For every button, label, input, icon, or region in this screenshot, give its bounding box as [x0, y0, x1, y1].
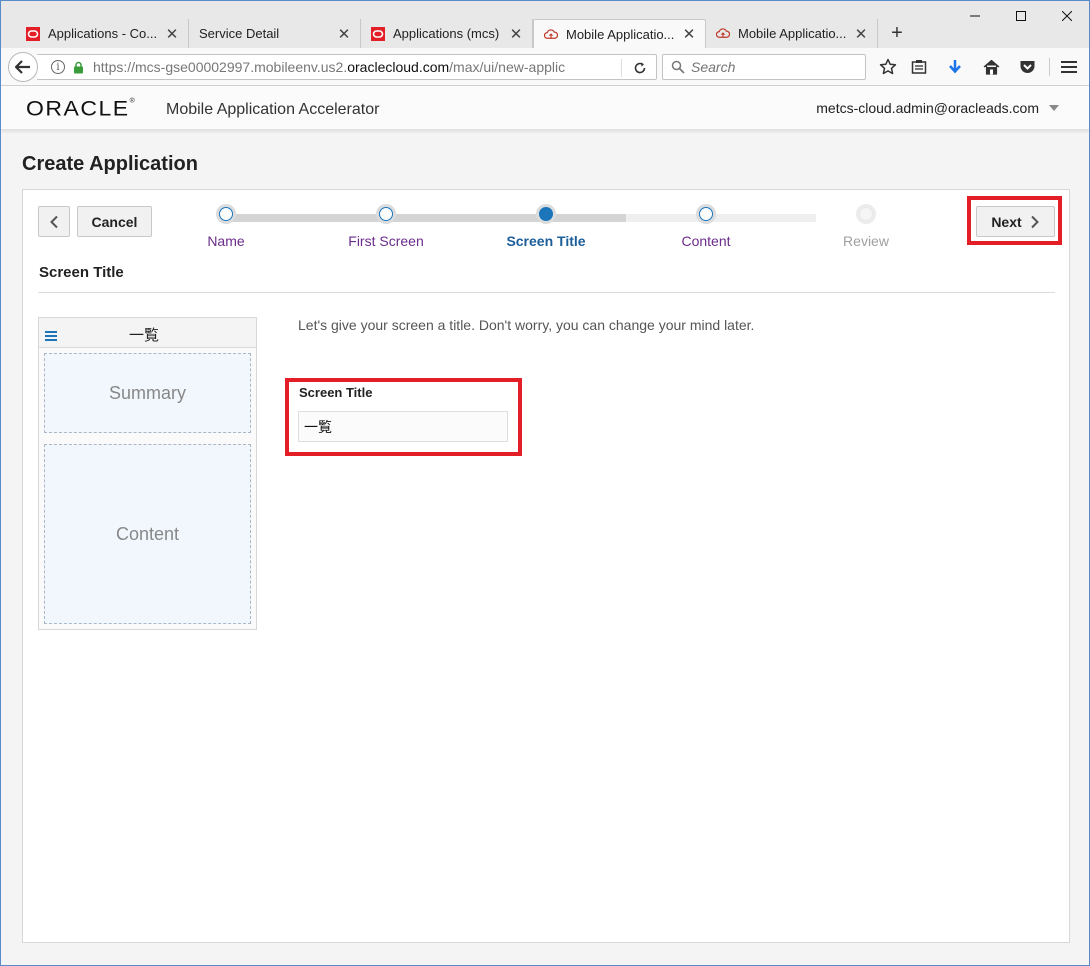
bookmark-star-icon[interactable] — [878, 57, 898, 77]
hamburger-menu-icon[interactable] — [1059, 57, 1079, 77]
browser-tab[interactable]: Applications - Co... ✕ — [16, 19, 189, 48]
wizard-card: Cancel Name First Screen Screen Title Co… — [22, 189, 1070, 943]
section-divider — [38, 292, 1055, 293]
download-icon[interactable] — [945, 57, 965, 77]
browser-tab[interactable]: Service Detail ✕ — [189, 19, 361, 48]
step-dot — [859, 207, 873, 221]
user-email: metcs-cloud.admin@oracleads.com — [816, 100, 1039, 116]
page-title: Create Application — [22, 153, 198, 175]
chevron-left-icon — [50, 215, 58, 228]
step-dot — [539, 207, 553, 221]
cancel-button[interactable]: Cancel — [77, 206, 152, 237]
step-dot — [699, 207, 713, 221]
cloud-icon — [716, 27, 730, 41]
minimize-icon[interactable] — [952, 5, 998, 27]
section-title: Screen Title — [39, 264, 124, 281]
back-arrow-icon — [15, 60, 30, 74]
reload-icon[interactable] — [632, 60, 648, 76]
toolbar-separator — [1049, 58, 1050, 76]
search-input[interactable] — [691, 59, 861, 75]
wizard-stepper: Name First Screen Screen Title Content R… — [176, 190, 889, 260]
step-dot — [219, 207, 233, 221]
back-button[interactable] — [8, 52, 38, 82]
info-icon[interactable]: i — [51, 60, 65, 74]
oracle-logo: ORACLE® — [26, 96, 135, 120]
window-close-icon[interactable] — [1044, 5, 1089, 27]
step-dot — [379, 207, 393, 221]
stepper-track-remaining — [626, 214, 816, 222]
navigation-toolbar: i https://mcs-gse00002997.mobileenv.us2.… — [1, 48, 1089, 86]
url-bar[interactable]: i https://mcs-gse00002997.mobileenv.us2.… — [37, 54, 657, 80]
next-button-highlight — [967, 196, 1062, 245]
browser-tab-active[interactable]: Mobile Applicatio... ✕ — [533, 19, 706, 48]
search-bar[interactable] — [662, 54, 866, 80]
app-header: ORACLE® Mobile Application Accelerator m… — [1, 86, 1089, 130]
lock-icon — [71, 60, 85, 74]
app-name: Mobile Application Accelerator — [166, 101, 380, 118]
maximize-icon[interactable] — [998, 5, 1044, 27]
preview-screen-title: 一覧 — [128, 327, 159, 344]
new-tab-plus-icon[interactable]: + — [885, 21, 909, 45]
url-divider — [621, 59, 622, 77]
preview-summary-area: Summary — [44, 353, 251, 433]
reading-list-icon[interactable] — [909, 57, 929, 77]
caret-down-icon — [1049, 105, 1059, 111]
pocket-icon[interactable] — [1017, 57, 1037, 77]
browser-tab[interactable]: Applications (mcs) ✕ — [361, 19, 533, 48]
screen-title-highlight — [285, 378, 522, 456]
stepper-track-completed — [226, 214, 626, 222]
close-icon[interactable]: ✕ — [681, 26, 697, 43]
oracle-cloud-icon — [26, 26, 40, 41]
browser-window: Applications - Co... ✕ Service Detail ✕ … — [0, 0, 1090, 966]
tab-strip: Applications - Co... ✕ Service Detail ✕ … — [1, 1, 1089, 48]
url-text[interactable]: https://mcs-gse00002997.mobileenv.us2.or… — [93, 59, 623, 75]
intro-text: Let's give your screen a title. Don't wo… — [298, 317, 755, 333]
oracle-cloud-icon — [371, 26, 385, 41]
user-menu[interactable]: metcs-cloud.admin@oracleads.com — [816, 100, 1059, 116]
preview-content-area: Content — [44, 444, 251, 624]
browser-tab[interactable]: Mobile Applicatio... ✕ — [706, 19, 878, 48]
close-icon[interactable]: ✕ — [336, 26, 352, 43]
preview-header: 一覧 — [39, 318, 256, 348]
search-icon — [671, 60, 685, 74]
close-icon[interactable]: ✕ — [508, 26, 524, 43]
home-icon[interactable] — [981, 57, 1001, 77]
close-icon[interactable]: ✕ — [853, 26, 869, 43]
close-icon[interactable]: ✕ — [164, 26, 180, 43]
previous-button[interactable] — [38, 206, 70, 237]
page-content: ORACLE® Mobile Application Accelerator m… — [1, 86, 1089, 965]
cloud-icon — [544, 27, 558, 41]
screen-preview: 一覧 Summary Content — [38, 317, 257, 630]
